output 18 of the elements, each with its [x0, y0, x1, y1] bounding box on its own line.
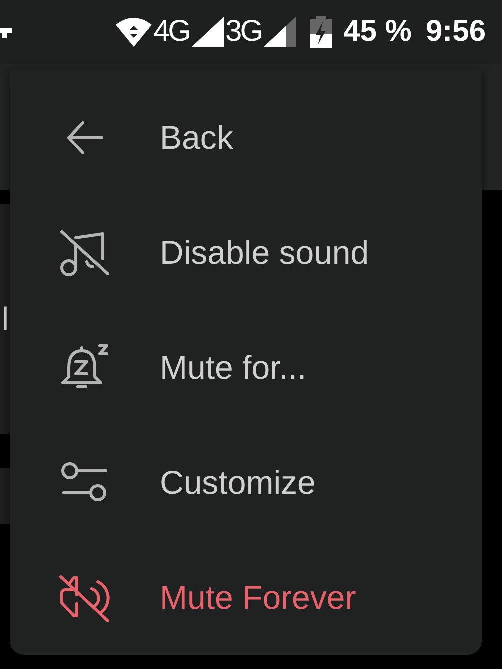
clock: 9:56: [426, 15, 486, 49]
muted-note-icon: [59, 228, 111, 276]
menu-item[interactable]: Disable sound: [10, 195, 482, 310]
menu-item[interactable]: Customize: [10, 425, 482, 540]
sliders-icon: [61, 460, 109, 504]
network-label: 3G: [226, 15, 262, 49]
muted-speaker-icon: [58, 574, 112, 622]
key-icon: [0, 26, 12, 38]
battery-percent: 45 %: [344, 15, 412, 49]
signal-icon: [264, 17, 296, 47]
partial-text: l: [2, 300, 10, 338]
network-label: 4G: [154, 15, 190, 49]
wifi-icon: [116, 17, 152, 47]
menu-item[interactable]: Mute for...: [10, 310, 482, 425]
signal-icon: [192, 17, 224, 47]
battery-icon: [310, 16, 332, 48]
menu-item[interactable]: Back: [10, 80, 482, 195]
menu-item[interactable]: Mute Forever: [10, 540, 482, 655]
